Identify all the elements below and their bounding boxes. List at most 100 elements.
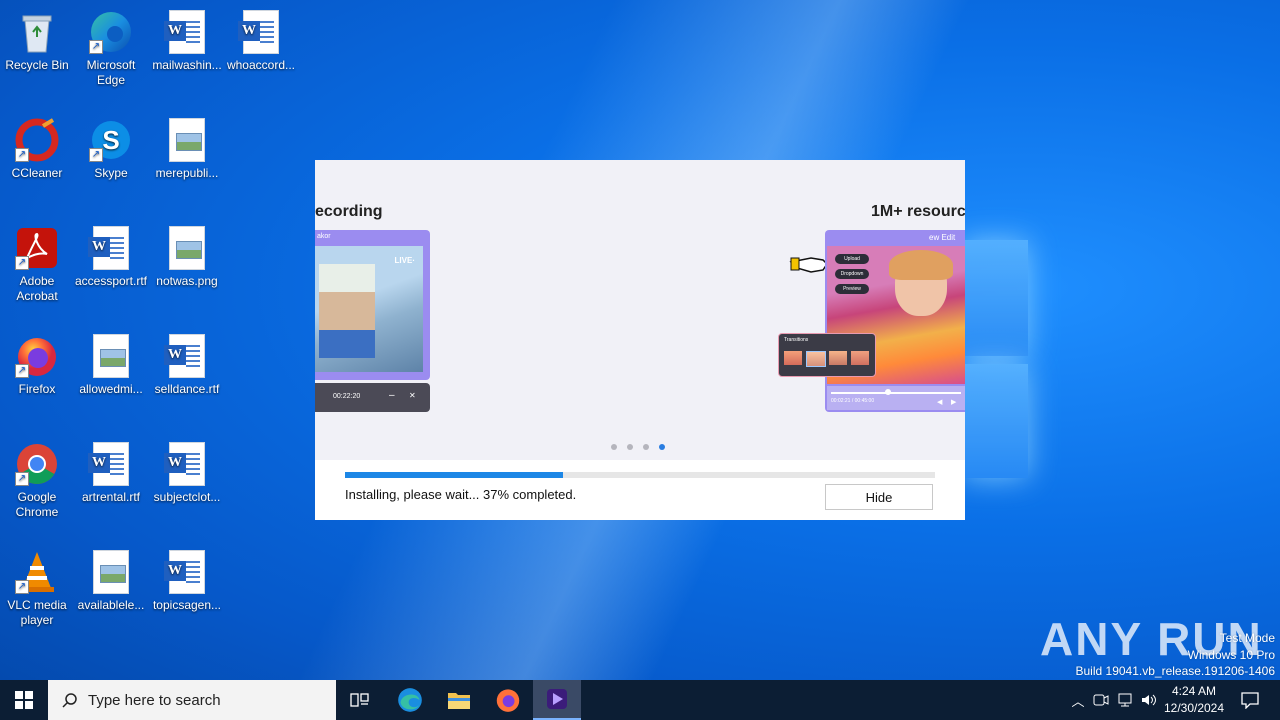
firefox-icon (496, 689, 520, 712)
watermark-line: Build 19041.vb_release.191206-1406 (1075, 664, 1276, 678)
desktop-icon-allowedmi[interactable]: allowedmi... (74, 328, 148, 397)
edge-icon: ↗ (89, 10, 133, 54)
word-document-icon: W (88, 226, 129, 270)
word-document-icon: W (164, 334, 205, 378)
notification-icon (1241, 692, 1259, 709)
minimize-icon: – (389, 390, 395, 401)
video-editor-icon (547, 689, 567, 709)
word-document-icon: W (164, 550, 205, 594)
windows-start-icon (15, 691, 33, 709)
desktop-icon-label: whoaccord... (226, 58, 296, 72)
word-document-icon: W (88, 442, 129, 486)
desktop-icon-topicsagen[interactable]: W topicsagen... (150, 544, 224, 613)
clock-time: 4:24 AM (1171, 684, 1217, 698)
desktop-icon-label: Adobe Acrobat (16, 274, 58, 303)
folder-icon (448, 693, 470, 709)
meet-now-icon[interactable] (1092, 692, 1110, 708)
image-file-icon (93, 334, 129, 378)
acrobat-icon: ↗ (15, 226, 59, 270)
system-tray: ︿ (1068, 680, 1158, 720)
editor-menu-item: Upload (835, 254, 869, 264)
word-document-icon: W (164, 10, 205, 54)
taskbar-firefox[interactable] (484, 680, 532, 720)
task-view-icon (350, 693, 369, 707)
desktop-icon-label: subjectclot... (153, 490, 221, 504)
search-icon (62, 693, 77, 708)
chevron-up-icon[interactable]: ︿ (1068, 691, 1088, 710)
carousel-dot[interactable] (627, 444, 633, 450)
carousel-dots (611, 444, 665, 450)
installer-window: ecording 1M+ resourc akor LIVE· 00:22:20… (315, 160, 965, 520)
skype-icon: S ↗ (89, 118, 133, 162)
hide-button[interactable]: Hide (825, 484, 933, 510)
shortcut-arrow-icon: ↗ (15, 472, 29, 486)
task-view-button[interactable] (336, 680, 384, 720)
taskbar-edge[interactable] (386, 680, 434, 720)
edge-icon (398, 688, 422, 712)
editor-preview-card: ew Edit Upload Dropdown Preview 00:02:21… (825, 230, 965, 412)
carousel-dot[interactable] (611, 444, 617, 450)
carousel-dot-active[interactable] (659, 444, 665, 450)
carousel-dot[interactable] (643, 444, 649, 450)
slide-title-left: ecording (315, 203, 383, 220)
desktop-icon-label: notwas.png (156, 274, 218, 288)
desktop-icon-whoaccord[interactable]: W whoaccord... (224, 4, 298, 73)
desktop-icon-availablele[interactable]: availablele... (74, 544, 148, 613)
taskbar: Type here to search ︿ 4:24 AM 12/30/2024 (0, 680, 1280, 720)
recording-card-header: akor (317, 233, 331, 240)
watermark-line: Windows 10 Pro (1187, 647, 1275, 662)
transitions-panel: Transitions (778, 333, 876, 377)
windows-logo-wallpaper (962, 240, 1032, 480)
search-placeholder: Type here to search (88, 691, 221, 709)
desktop-icon-subjectclot[interactable]: W subjectclot... (150, 436, 224, 505)
desktop-icon-label: artrental.rtf (81, 490, 141, 504)
svg-text:S: S (102, 125, 119, 155)
recording-screen-image: LIVE· (315, 246, 423, 372)
transitions-label: Transitions (784, 337, 809, 343)
slide-title-right: 1M+ resourc (871, 203, 965, 220)
volume-icon: ◀ (937, 399, 943, 406)
editor-menu: Upload Dropdown Preview (835, 254, 869, 294)
desktop-icon-accessport[interactable]: W accessport.rtf (74, 220, 148, 289)
chrome-icon: ↗ (15, 442, 59, 486)
desktop-icon-mailwashin[interactable]: W mailwashin... (150, 4, 224, 73)
start-button[interactable] (0, 680, 48, 720)
desktop-icon-selldance[interactable]: W selldance.rtf (150, 328, 224, 397)
watermark-line: Test Mode (1219, 631, 1275, 645)
desktop-icon-firefox[interactable]: ↗ Firefox (0, 328, 74, 397)
taskbar-video-editor-active[interactable] (533, 680, 581, 720)
hand-cursor-icon (789, 248, 829, 283)
word-document-icon: W (238, 10, 279, 54)
desktop-icon-label: merepubli... (155, 166, 219, 180)
desktop-icon-ccleaner[interactable]: ↗ CCleaner (0, 112, 74, 181)
taskbar-file-explorer[interactable] (435, 680, 483, 720)
desktop-icon-notwas[interactable]: notwas.png (150, 220, 224, 289)
notification-center-button[interactable] (1230, 680, 1270, 720)
recording-timer: 00:22:20 (333, 393, 361, 400)
desktop-icon-label: accessport.rtf (74, 274, 148, 288)
shortcut-arrow-icon: ↗ (89, 148, 103, 162)
desktop-icon-microsoft-edge[interactable]: ↗ Microsoft Edge (74, 4, 148, 88)
recording-preview-card: akor LIVE· (315, 230, 430, 380)
taskbar-search-box[interactable]: Type here to search (48, 680, 336, 720)
desktop-icon-vlc[interactable]: ↗ VLC media player (0, 544, 74, 628)
clock-date: 12/30/2024 (1163, 701, 1225, 715)
desktop-icon-google-chrome[interactable]: ↗ Google Chrome (0, 436, 74, 520)
play-icon: ▶ (951, 399, 957, 406)
editor-menu-item: Dropdown (835, 269, 869, 279)
windows-test-mode-watermark: Test Mode Windows 10 Pro Build 19041.vb_… (1076, 630, 1276, 680)
shortcut-arrow-icon: ↗ (15, 148, 29, 162)
desktop-icon-artrental[interactable]: W artrental.rtf (74, 436, 148, 505)
installer-footer: Installing, please wait... 37% completed… (315, 460, 965, 520)
network-icon[interactable] (1116, 692, 1134, 708)
volume-icon[interactable] (1140, 692, 1158, 708)
desktop-icon-label: Skype (94, 166, 128, 180)
desktop-icon-label: Google Chrome (15, 490, 59, 519)
desktop-icon-recycle-bin[interactable]: Recycle Bin (0, 4, 74, 73)
desktop-icon-adobe-acrobat[interactable]: ↗ Adobe Acrobat (0, 220, 74, 304)
taskbar-clock[interactable]: 4:24 AM 12/30/2024 (1160, 683, 1228, 717)
desktop-icon-merepubli[interactable]: merepubli... (150, 112, 224, 181)
desktop-icon-skype[interactable]: S ↗ Skype (74, 112, 148, 181)
desktop-icon-label: VLC media player (7, 598, 67, 627)
editor-timeline: 00:02:21 / 00:45:00 ◀ ▶ (827, 386, 965, 410)
